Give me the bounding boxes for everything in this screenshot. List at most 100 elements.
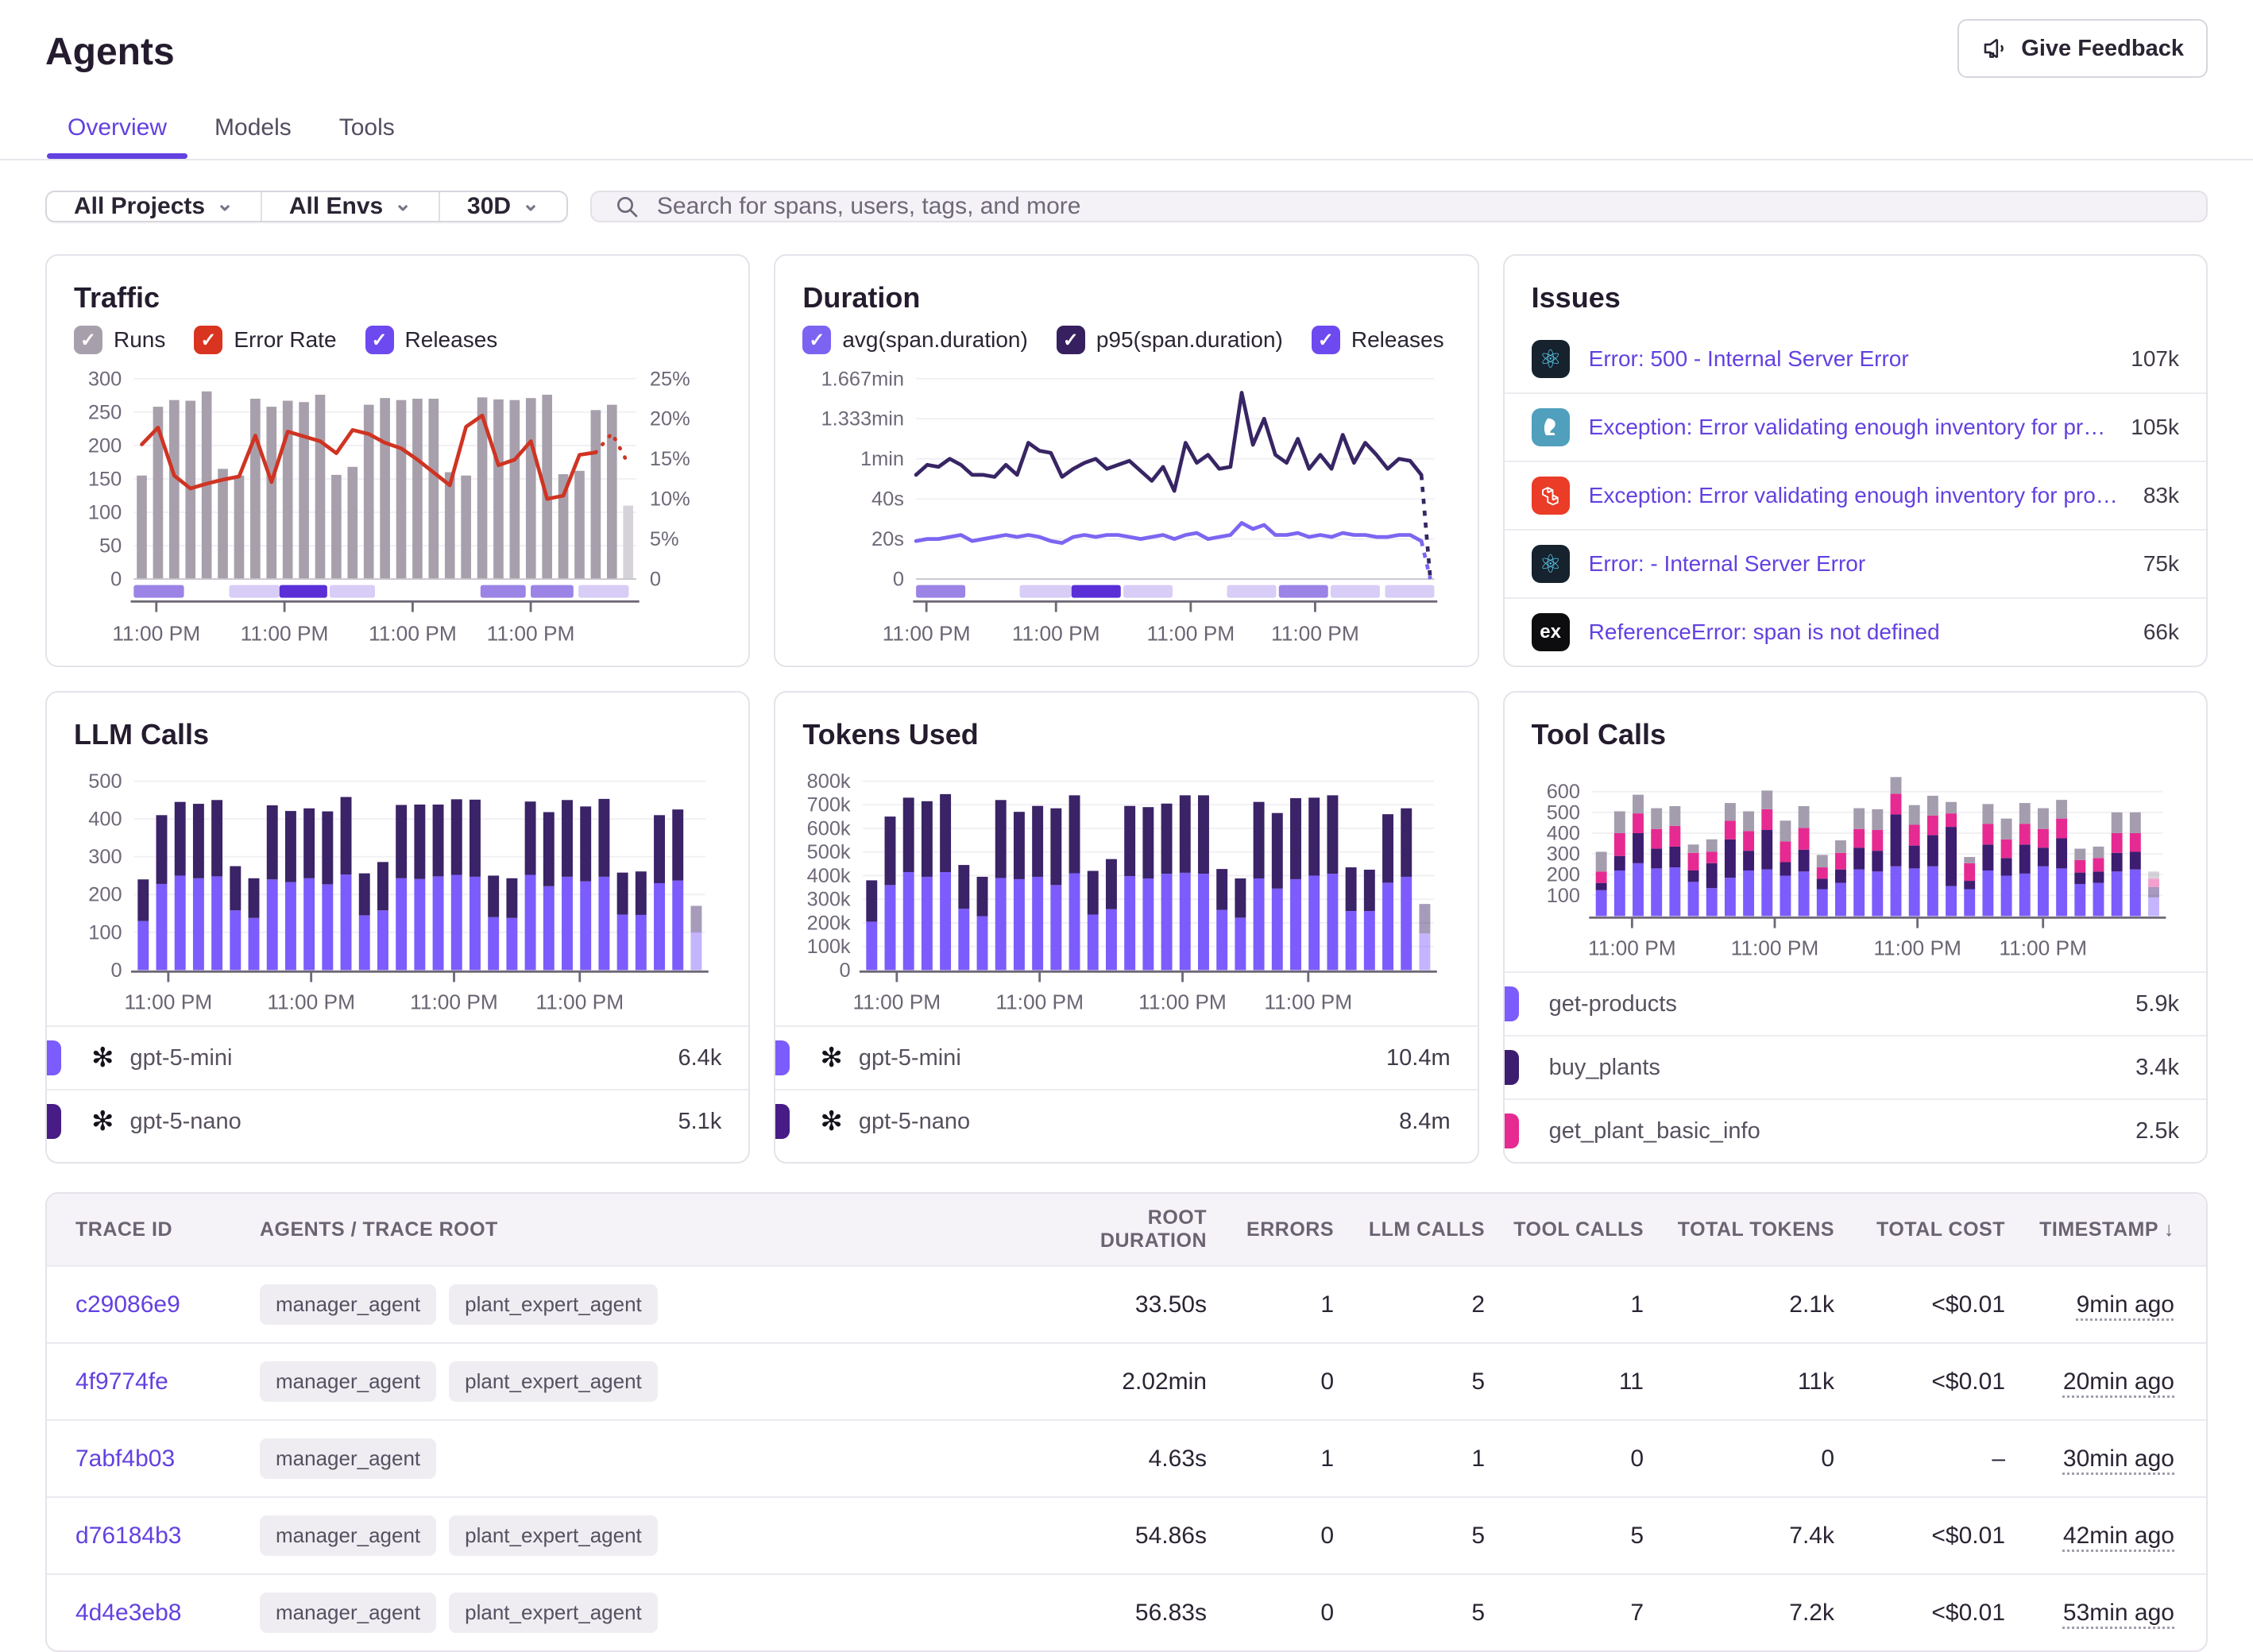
releases-checkbox[interactable]: ✓ Releases bbox=[365, 326, 498, 354]
react-icon: ⚛ bbox=[1532, 545, 1570, 583]
col-agents[interactable]: AGENTS / TRACE ROOT bbox=[245, 1218, 1038, 1241]
timestamp-link[interactable]: 9min ago bbox=[2077, 1291, 2174, 1318]
duration-chart[interactable]: 020s40s1min1.333min1.667min11:00 PM11:00… bbox=[802, 362, 1453, 645]
releases-checkbox[interactable]: ✓ Releases bbox=[1312, 326, 1444, 354]
agents-cell: manager_agentplant_expert_agent bbox=[245, 1592, 1038, 1633]
svg-text:11:00 PM: 11:00 PM bbox=[369, 621, 457, 645]
series-label: buy_plants bbox=[1549, 1055, 2120, 1081]
agent-tag: manager_agent bbox=[260, 1284, 436, 1325]
tool-calls-chart[interactable]: 10020030040050060011:00 PM11:00 PM11:00 … bbox=[1532, 762, 2182, 971]
legend-item-get-products[interactable]: get-products 5.9k bbox=[1505, 971, 2206, 1035]
tool-calls-cell: 1 bbox=[1499, 1291, 1658, 1318]
issue-link[interactable]: ReferenceError: span is not defined bbox=[1589, 620, 2124, 645]
legend-item-gpt-5-nano[interactable]: ✻ gpt-5-nano 8.4m bbox=[775, 1089, 1477, 1152]
svg-text:11:00 PM: 11:00 PM bbox=[1271, 621, 1359, 645]
tool-calls-cell: 0 bbox=[1499, 1446, 1658, 1473]
p95-duration-label: p95(span.duration) bbox=[1096, 327, 1283, 353]
env-filter[interactable]: All Envs ⌄ bbox=[261, 192, 439, 221]
give-feedback-button[interactable]: Give Feedback bbox=[1957, 19, 2208, 78]
p95-duration-checkbox[interactable]: ✓ p95(span.duration) bbox=[1057, 326, 1283, 354]
series-value: 3.4k bbox=[2135, 1055, 2179, 1081]
search-bar[interactable] bbox=[590, 191, 2208, 222]
agents-cell: manager_agentplant_expert_agent bbox=[245, 1361, 1038, 1402]
search-icon bbox=[614, 194, 640, 219]
issue-item[interactable]: Exception: Error validating enough inven… bbox=[1505, 461, 2206, 529]
tab-tools[interactable]: Tools bbox=[339, 114, 395, 159]
errors-cell[interactable]: 1 bbox=[1221, 1291, 1348, 1318]
svg-text:400: 400 bbox=[88, 809, 122, 831]
col-total-cost[interactable]: TOTAL COST bbox=[1849, 1218, 2019, 1241]
trace-id-link[interactable]: 4d4e3eb8 bbox=[75, 1600, 181, 1626]
legend-item-gpt-5-nano[interactable]: ✻ gpt-5-nano 5.1k bbox=[47, 1089, 748, 1152]
errors-cell[interactable]: 1 bbox=[1221, 1446, 1348, 1473]
svg-text:11:00 PM: 11:00 PM bbox=[1873, 936, 1961, 959]
avg-duration-checkbox[interactable]: ✓ avg(span.duration) bbox=[802, 326, 1027, 354]
search-input[interactable] bbox=[655, 192, 2184, 221]
svg-text:25%: 25% bbox=[650, 368, 690, 390]
svg-text:100: 100 bbox=[88, 501, 122, 523]
timestamp-link[interactable]: 20min ago bbox=[2063, 1368, 2174, 1395]
tokens-used-title: Tokens Used bbox=[802, 718, 1450, 751]
col-trace-id[interactable]: TRACE ID bbox=[47, 1218, 245, 1241]
trace-id-link[interactable]: d76184b3 bbox=[75, 1523, 181, 1549]
issue-item[interactable]: Exception: Error validating enough inven… bbox=[1505, 392, 2206, 461]
trace-id-link[interactable]: c29086e9 bbox=[75, 1291, 180, 1318]
legend-item-buy-plants[interactable]: buy_plants 3.4k bbox=[1505, 1035, 2206, 1098]
svg-text:1min: 1min bbox=[860, 448, 904, 470]
svg-text:400: 400 bbox=[1546, 822, 1579, 844]
releases-label: Releases bbox=[1351, 327, 1444, 353]
issue-link[interactable]: Exception: Error validating enough inven… bbox=[1589, 483, 2124, 508]
trace-id-link[interactable]: 4f9774fe bbox=[75, 1368, 168, 1395]
tokens-used-chart[interactable]: 0100k200k300k400k500k600k700k800k11:00 P… bbox=[802, 762, 1453, 1025]
error-rate-checkbox[interactable]: ✓ Error Rate bbox=[194, 326, 336, 354]
legend-item-gpt-5-mini[interactable]: ✻ gpt-5-mini 10.4m bbox=[775, 1025, 1477, 1089]
svg-text:600: 600 bbox=[1546, 781, 1579, 803]
col-total-tokens[interactable]: TOTAL TOKENS bbox=[1658, 1218, 1849, 1241]
series-value: 2.5k bbox=[2135, 1118, 2179, 1144]
series-label: gpt-5-nano bbox=[130, 1109, 663, 1135]
col-timestamp-sort[interactable]: TIMESTAMP ↓ bbox=[2019, 1218, 2206, 1241]
issue-link[interactable]: Error: 500 - Internal Server Error bbox=[1589, 346, 2112, 372]
llm-calls-chart[interactable]: 010020030040050011:00 PM11:00 PM11:00 PM… bbox=[74, 762, 725, 1025]
trace-id-link[interactable]: 7abf4b03 bbox=[75, 1446, 175, 1472]
issue-item[interactable]: ⚛ Error: 500 - Internal Server Error 107… bbox=[1505, 326, 2206, 392]
project-filter[interactable]: All Projects ⌄ bbox=[47, 192, 261, 221]
series-label: gpt-5-mini bbox=[130, 1045, 663, 1071]
issue-link[interactable]: Exception: Error validating enough inven… bbox=[1589, 415, 2112, 440]
issue-item[interactable]: ex ReferenceError: span is not defined 6… bbox=[1505, 597, 2206, 666]
tab-overview[interactable]: Overview bbox=[68, 114, 167, 159]
daterange-filter[interactable]: 30D ⌄ bbox=[439, 192, 566, 221]
llm-calls-panel: LLM Calls 010020030040050011:00 PM11:00 … bbox=[45, 691, 750, 1164]
traffic-chart[interactable]: 05010015020025030005%10%15%20%25%11:00 P… bbox=[74, 362, 725, 645]
chevron-down-icon: ⌄ bbox=[522, 191, 539, 216]
issue-link[interactable]: Error: - Internal Server Error bbox=[1589, 551, 2124, 577]
svg-text:11:00 PM: 11:00 PM bbox=[241, 621, 329, 645]
legend-item-gpt-5-mini[interactable]: ✻ gpt-5-mini 6.4k bbox=[47, 1025, 748, 1089]
chevron-down-icon: ⌄ bbox=[394, 191, 412, 216]
runs-label: Runs bbox=[114, 327, 165, 353]
series-swatch bbox=[1505, 1050, 1519, 1085]
agents-cell: manager_agentplant_expert_agent bbox=[245, 1515, 1038, 1556]
svg-text:0: 0 bbox=[840, 959, 851, 982]
checkbox-icon: ✓ bbox=[194, 326, 222, 354]
checkbox-icon: ✓ bbox=[365, 326, 394, 354]
traffic-panel: Traffic ✓ Runs ✓ Error Rate ✓ Releases 0… bbox=[45, 254, 750, 667]
header: Agents Give Feedback bbox=[45, 19, 2208, 78]
runs-checkbox[interactable]: ✓ Runs bbox=[74, 326, 165, 354]
timestamp-link[interactable]: 30min ago bbox=[2063, 1446, 2174, 1472]
svg-text:600k: 600k bbox=[807, 817, 851, 840]
col-errors[interactable]: ERRORS bbox=[1221, 1218, 1348, 1241]
env-filter-label: All Envs bbox=[289, 193, 383, 220]
svg-text:300: 300 bbox=[88, 846, 122, 868]
legend-item-get-plant-basic-info[interactable]: get_plant_basic_info 2.5k bbox=[1505, 1098, 2206, 1162]
timestamp-link[interactable]: 42min ago bbox=[2063, 1523, 2174, 1549]
svg-text:5%: 5% bbox=[650, 528, 679, 550]
tab-models[interactable]: Models bbox=[214, 114, 292, 159]
col-root-duration[interactable]: ROOT DURATION bbox=[1038, 1206, 1221, 1253]
issue-count: 83k bbox=[2143, 483, 2179, 508]
col-tool-calls[interactable]: TOOL CALLS bbox=[1499, 1218, 1658, 1241]
duration-title: Duration bbox=[802, 281, 1450, 315]
timestamp-link[interactable]: 53min ago bbox=[2063, 1600, 2174, 1626]
issue-item[interactable]: ⚛ Error: - Internal Server Error 75k bbox=[1505, 529, 2206, 597]
col-llm-calls[interactable]: LLM CALLS bbox=[1348, 1218, 1499, 1241]
